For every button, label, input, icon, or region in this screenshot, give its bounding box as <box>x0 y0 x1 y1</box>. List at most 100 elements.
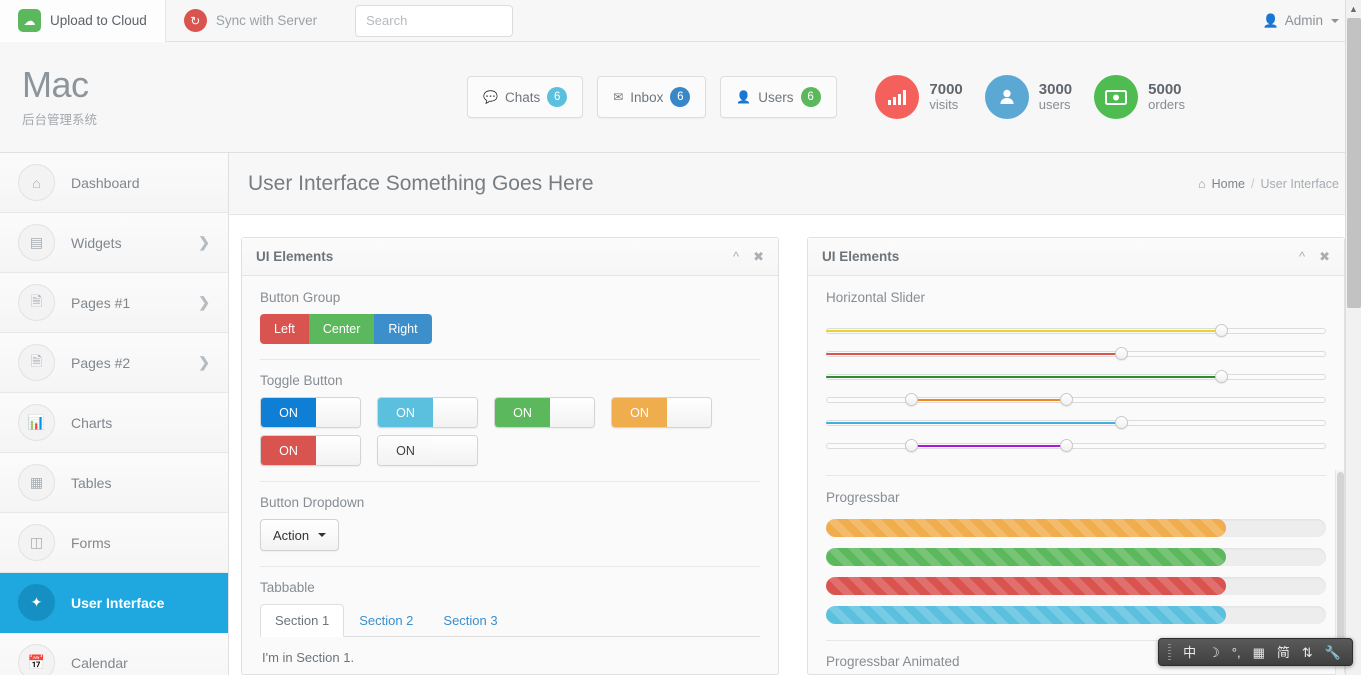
toggle-on-label: ON <box>261 436 316 465</box>
scroll-up-arrow[interactable]: ▲ <box>1346 0 1361 17</box>
stat-users[interactable]: 3000 users <box>984 75 1072 119</box>
slider-yellow[interactable] <box>826 319 1326 342</box>
sidebar-item-label: Widgets <box>71 234 122 251</box>
close-icon[interactable]: ✖ <box>753 250 764 263</box>
slider-handle-min[interactable] <box>905 439 918 452</box>
toggle-button-list: ON ON ON ON ON ON <box>260 397 760 466</box>
brand[interactable]: Mac 后台管理系统 <box>0 66 229 128</box>
sidebar-item-pages-1[interactable]: 🗎 Pages #1 ❯ <box>0 273 228 333</box>
button-left[interactable]: Left <box>260 314 309 344</box>
chevron-down-icon <box>1331 18 1339 23</box>
page-title: User Interface Something Goes Here <box>248 171 594 195</box>
switch-icon[interactable]: ⇅ <box>1302 646 1313 659</box>
sidebar-item-tables[interactable]: ▦ Tables <box>0 453 228 513</box>
slider-handle-max[interactable] <box>1060 393 1073 406</box>
slider-red[interactable] <box>826 342 1326 365</box>
upload-to-cloud-button[interactable]: ☁ Upload to Cloud <box>0 0 166 42</box>
forms-icon: ◫ <box>18 524 55 561</box>
slider-handle[interactable] <box>1215 324 1228 337</box>
tab-section-1[interactable]: Section 1 <box>260 604 345 637</box>
sync-with-server-label: Sync with Server <box>215 13 318 28</box>
button-center[interactable]: Center <box>308 314 375 344</box>
sidebar-item-label: Forms <box>71 534 111 551</box>
divider <box>260 566 760 567</box>
search-input[interactable] <box>355 4 514 37</box>
drag-handle-icon[interactable] <box>1168 644 1172 660</box>
action-dropdown-label: Action <box>273 527 310 543</box>
slider-handle-max[interactable] <box>1060 439 1073 452</box>
inbox-button[interactable]: ✉ Inbox 6 <box>597 76 707 118</box>
keyboard-icon[interactable]: ▦ <box>1253 646 1265 659</box>
sidebar-item-label: Dashboard <box>71 174 140 191</box>
toggle-button-label: Toggle Button <box>260 373 343 388</box>
breadcrumb-home[interactable]: Home <box>1212 177 1245 191</box>
slider-handle[interactable] <box>1215 370 1228 383</box>
tab-section-3[interactable]: Section 3 <box>428 604 512 637</box>
stat-visits[interactable]: 7000 visits <box>875 75 963 119</box>
toggle-on-label: ON <box>612 398 667 427</box>
money-icon <box>1094 75 1139 119</box>
toggle-cyan[interactable]: ON <box>377 397 478 428</box>
progressbar-green <box>826 548 1326 566</box>
toggle-blue[interactable]: ON <box>260 397 361 428</box>
sidebar-item-pages-2[interactable]: 🗎 Pages #2 ❯ <box>0 333 228 393</box>
slider-handle[interactable] <box>1115 416 1128 429</box>
button-group-label: Button Group <box>260 290 341 305</box>
top-bar: ☁ Upload to Cloud ↻ Sync with Server 👤 A… <box>0 0 1361 42</box>
right-panel-tools: ^ ✖ <box>1299 250 1330 263</box>
users-button[interactable]: 👤 Users 6 <box>720 76 837 118</box>
toggle-off-area <box>316 398 360 427</box>
toggle-orange[interactable]: ON <box>611 397 712 428</box>
slider-green[interactable] <box>826 365 1326 388</box>
chevron-up-icon[interactable]: ^ <box>733 250 739 263</box>
sidebar-item-calendar[interactable]: 📅 Calendar <box>0 633 228 675</box>
sidebar-item-user-interface[interactable]: ✦ User Interface <box>0 573 228 633</box>
toggle-default[interactable]: ON <box>377 435 478 466</box>
stat-orders[interactable]: 5000 orders <box>1094 75 1185 119</box>
chats-button[interactable]: 💬 Chats 6 <box>467 76 584 118</box>
chevron-up-icon[interactable]: ^ <box>1299 250 1305 263</box>
slider-purple-range[interactable] <box>826 434 1326 457</box>
sidebar-item-forms[interactable]: ◫ Forms <box>0 513 228 573</box>
right-panel-body: Horizontal Slider Progressbar Progressba… <box>808 276 1344 674</box>
tab-section-2[interactable]: Section 2 <box>344 604 428 637</box>
ime-toolbar[interactable]: 中 ☽ °, ▦ 简 ⇅ 🔧 <box>1158 638 1353 666</box>
wrench-icon[interactable]: 🔧 <box>1325 646 1341 659</box>
slider-handle[interactable] <box>1115 347 1128 360</box>
sidebar-item-label: Calendar <box>71 654 128 671</box>
toggle-green[interactable]: ON <box>494 397 595 428</box>
sidebar-item-widgets[interactable]: ▤ Widgets ❯ <box>0 213 228 273</box>
close-icon[interactable]: ✖ <box>1319 250 1330 263</box>
button-right[interactable]: Right <box>374 314 432 344</box>
toggle-red[interactable]: ON <box>260 435 361 466</box>
toggle-on-label: ON <box>495 398 550 427</box>
simplified-icon[interactable]: 简 <box>1277 646 1290 659</box>
sidebar-item-dashboard[interactable]: ⌂ Dashboard <box>0 153 228 213</box>
slider-handle-min[interactable] <box>905 393 918 406</box>
left-panel-tools: ^ ✖ <box>733 250 764 263</box>
panel-scrollbar-thumb[interactable] <box>1337 472 1344 642</box>
file-icon: 🗎 <box>18 344 55 381</box>
slider-track <box>826 397 1326 403</box>
punctuation-icon[interactable]: °, <box>1232 646 1241 659</box>
toggle-off-area <box>433 398 477 427</box>
sync-with-server-button[interactable]: ↻ Sync with Server <box>166 0 335 42</box>
panels-row: UI Elements ^ ✖ Button Group Left Center… <box>229 215 1361 675</box>
header-stats: 7000 visits 3000 users 5000 orders <box>875 75 1361 119</box>
chart-icon: 📊 <box>18 404 55 441</box>
horizontal-slider-label: Horizontal Slider <box>826 290 926 305</box>
toggle-off-area <box>433 436 477 465</box>
action-dropdown-button[interactable]: Action <box>260 519 340 551</box>
slider-orange-range[interactable] <box>826 388 1326 411</box>
left-panel-body: Button Group Left Center Right Toggle Bu… <box>242 276 778 674</box>
stat-visits-number: 7000 <box>929 80 963 98</box>
progressbar-orange <box>826 519 1326 537</box>
slider-cyan[interactable] <box>826 411 1326 434</box>
window-scrollbar-thumb[interactable] <box>1347 18 1361 308</box>
moon-icon[interactable]: ☽ <box>1208 646 1220 659</box>
chinese-mode-icon[interactable]: 中 <box>1183 646 1196 659</box>
tabbable-label: Tabbable <box>260 580 315 595</box>
progressbar-cyan <box>826 606 1326 624</box>
window-scrollbar[interactable]: ▲ <box>1345 0 1361 675</box>
sidebar-item-charts[interactable]: 📊 Charts <box>0 393 228 453</box>
